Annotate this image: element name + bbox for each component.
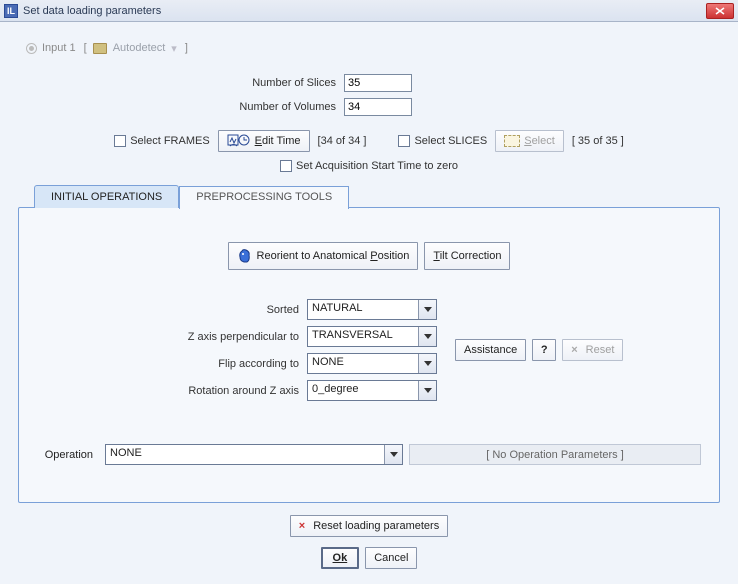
zaxis-value: TRANSVERSAL <box>308 327 418 346</box>
reorient-button[interactable]: Reorient to Anatomical Position <box>228 242 419 270</box>
select-icon <box>504 135 520 147</box>
tab-panel-initial: Reorient to Anatomical Position Tilt Cor… <box>18 207 720 503</box>
chevron-down-icon <box>418 381 436 400</box>
operation-row: Operation NONE [ No Operation Parameters… <box>37 444 701 465</box>
reorient-row: Reorient to Anatomical Position Tilt Cor… <box>37 242 701 270</box>
checkbox-icon <box>398 135 410 147</box>
operation-combo[interactable]: NONE <box>105 444 403 465</box>
operation-label: Operation <box>37 449 99 461</box>
tab-initial-operations[interactable]: INITIAL OPERATIONS <box>34 185 179 208</box>
help-button[interactable]: ? <box>532 339 556 361</box>
autodetect-label: Autodetect <box>113 42 166 54</box>
ok-button[interactable]: Ok <box>321 547 360 569</box>
tilt-correction-button[interactable]: Tilt Correction <box>424 242 510 270</box>
sorted-label: Sorted <box>37 304 307 316</box>
flip-value: NONE <box>308 354 418 373</box>
folder-icon <box>93 43 107 54</box>
reset-loading-label: Reset loading parameters <box>313 520 439 532</box>
select-button-label: Select <box>524 135 555 147</box>
select-frames-checkbox[interactable]: Select FRAMES <box>114 135 209 147</box>
edit-time-icon <box>227 134 251 148</box>
rotation-value: 0_degree <box>308 381 418 400</box>
rotation-label: Rotation around Z axis <box>37 385 307 397</box>
slices-label: Number of Slices <box>16 77 344 89</box>
dialog-footer: Ok Cancel <box>16 547 722 569</box>
frames-count: [34 of 34 ] <box>318 135 367 147</box>
cancel-button[interactable]: Cancel <box>365 547 417 569</box>
sorted-value: NATURAL <box>308 300 418 319</box>
volumes-row: Number of Volumes <box>16 96 722 118</box>
app-icon: IL <box>4 4 18 18</box>
chevron-down-icon: ▾ <box>171 42 177 55</box>
edit-time-button[interactable]: Edit Time <box>218 130 310 152</box>
x-icon: × <box>299 520 305 532</box>
reset-loading-button[interactable]: × Reset loading parameters <box>290 515 448 537</box>
chevron-down-icon <box>418 354 436 373</box>
slices-input[interactable] <box>344 74 412 92</box>
edit-time-label: Edit Time <box>255 135 301 147</box>
slices-count: [ 35 of 35 ] <box>572 135 624 147</box>
volumes-input[interactable] <box>344 98 412 116</box>
close-button[interactable] <box>706 3 734 19</box>
checkbox-icon <box>280 160 292 172</box>
reset-orientation-button: × Reset <box>562 339 623 361</box>
input-source-row: Input 1 [ Autodetect ▾ ] <box>26 34 722 62</box>
frames-slices-bar: Select FRAMES Edit Time [34 of 34 ] Sele… <box>16 130 722 152</box>
acq-start-row: Set Acquisition Start Time to zero <box>16 156 722 176</box>
acq-start-checkbox[interactable]: Set Acquisition Start Time to zero <box>280 160 458 172</box>
ok-label: Ok <box>333 552 348 564</box>
tab-preprocessing-tools[interactable]: PREPROCESSING TOOLS <box>179 186 349 209</box>
head-icon <box>237 248 253 264</box>
select-slices-label: Select SLICES <box>414 135 487 147</box>
select-slices-checkbox[interactable]: Select SLICES <box>398 135 487 147</box>
chevron-down-icon <box>418 300 436 319</box>
flip-combo[interactable]: NONE <box>307 353 437 374</box>
select-slices-button: Select <box>495 130 564 152</box>
flip-row: Flip according to NONE <box>37 350 437 377</box>
assist-block: Assistance ? × Reset <box>455 339 623 361</box>
select-frames-label: Select FRAMES <box>130 135 209 147</box>
chevron-down-icon <box>418 327 436 346</box>
window-title: Set data loading parameters <box>23 5 706 17</box>
assistance-button[interactable]: Assistance <box>455 339 526 361</box>
chevron-down-icon <box>384 445 402 464</box>
operation-value: NONE <box>106 445 384 464</box>
checkbox-icon <box>114 135 126 147</box>
reset-orientation-label: Reset <box>586 344 615 356</box>
tilt-label: Tilt Correction <box>433 250 501 262</box>
rotation-row: Rotation around Z axis 0_degree <box>37 377 701 404</box>
sorted-row: Sorted NATURAL <box>37 296 701 323</box>
acq-start-label: Set Acquisition Start Time to zero <box>296 160 458 172</box>
zaxis-label: Z axis perpendicular to <box>37 331 307 343</box>
volumes-label: Number of Volumes <box>16 101 344 113</box>
slices-row: Number of Slices <box>16 72 722 94</box>
operation-params-box: [ No Operation Parameters ] <box>409 444 701 465</box>
sorted-combo[interactable]: NATURAL <box>307 299 437 320</box>
reorient-label: Reorient to Anatomical Position <box>257 250 410 262</box>
close-icon <box>715 7 725 15</box>
rotation-combo[interactable]: 0_degree <box>307 380 437 401</box>
zaxis-combo[interactable]: TRANSVERSAL <box>307 326 437 347</box>
zaxis-row: Z axis perpendicular to TRANSVERSAL <box>37 323 437 350</box>
flip-label: Flip according to <box>37 358 307 370</box>
input-radio <box>26 43 37 54</box>
titlebar: IL Set data loading parameters <box>0 0 738 22</box>
input-label: Input 1 <box>42 42 76 54</box>
x-icon: × <box>571 344 577 356</box>
tabstrip: INITIAL OPERATIONS PREPROCESSING TOOLS <box>34 184 722 207</box>
